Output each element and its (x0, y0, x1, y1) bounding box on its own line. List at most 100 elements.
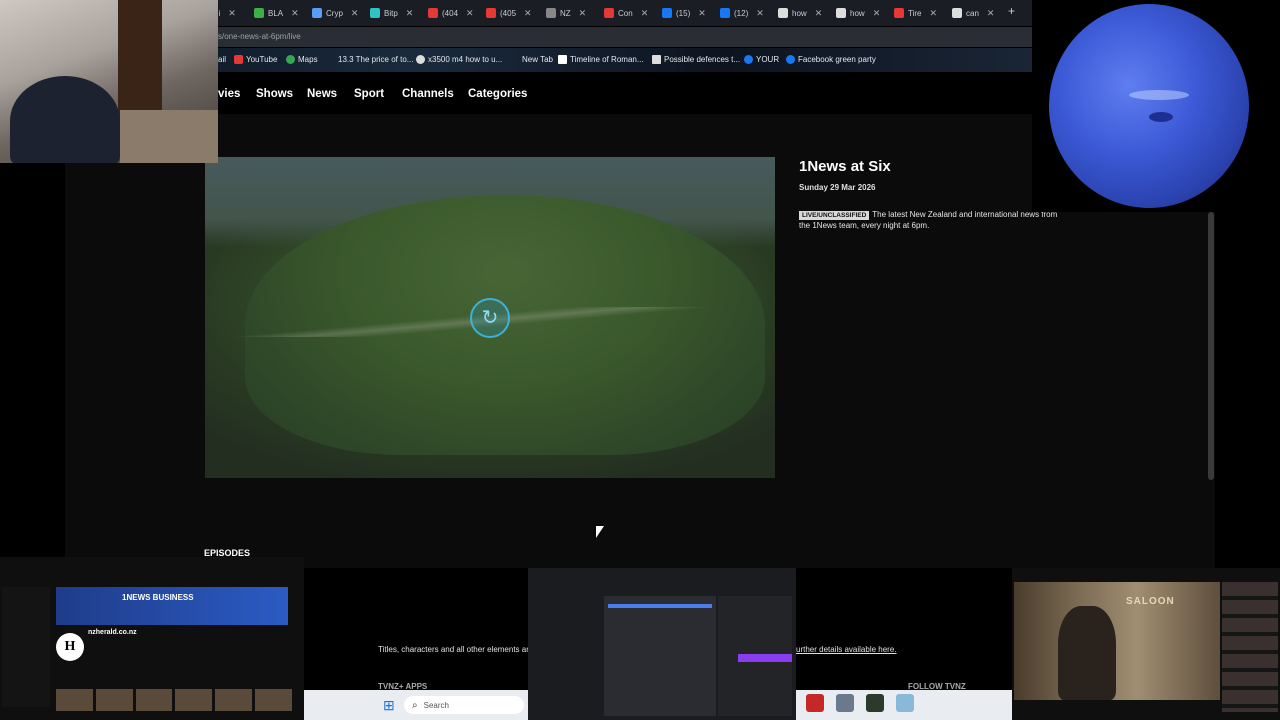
webcam-overlay (0, 0, 218, 163)
bookmark-label: Possible defences t... (664, 55, 741, 64)
browser-tab[interactable]: (12) ✕ (720, 4, 764, 22)
bookmark-item[interactable]: x3500 m4 how to u... (416, 55, 502, 64)
browser-tab[interactable]: BLA ✕ (254, 4, 299, 22)
browser-tab[interactable]: can ✕ (952, 4, 994, 22)
planet-cloud-band (1129, 90, 1189, 100)
video-thumbnail (1014, 582, 1220, 700)
footer-disclaimer: Titles, characters and all other element… (378, 645, 534, 654)
pinned-app-icon[interactable] (806, 694, 824, 712)
bookmark-label: x3500 m4 how to u... (428, 55, 503, 64)
close-icon[interactable]: ✕ (756, 8, 764, 19)
taskbar-preview-settings[interactable] (528, 568, 796, 720)
nav-channels[interactable]: Channels (402, 88, 454, 100)
facebook-icon (662, 8, 672, 18)
browser-tab[interactable]: (15) ✕ (662, 4, 706, 22)
bookmark-label: Facebook green party (798, 55, 876, 64)
page-edge (1215, 212, 1280, 568)
pinned-app-icon[interactable] (896, 694, 914, 712)
taskbar-preview-video[interactable]: SALOON (1012, 568, 1280, 720)
browser-tab[interactable]: (404 ✕ (428, 4, 474, 22)
bookmark-label: New Tab (522, 55, 553, 64)
show-info: 1News at Six Sunday 29 Mar 2026 (799, 158, 1069, 192)
browser-tab[interactable]: Bitp ✕ (370, 4, 413, 22)
browser-tab[interactable]: how ✕ (778, 4, 822, 22)
gear-icon[interactable] (836, 694, 854, 712)
close-icon[interactable]: ✕ (987, 8, 995, 19)
browser-tab[interactable]: Con ✕ (604, 4, 648, 22)
new-tab-button[interactable]: + (1008, 4, 1015, 18)
bookmark-item[interactable]: New Tab (522, 55, 553, 64)
footer-details-link[interactable]: urther details available here. (796, 645, 897, 654)
google-icon (416, 55, 425, 64)
channel-banner: 1NEWS BUSINESS (56, 587, 288, 625)
taskbar-pinned-apps (806, 694, 914, 712)
bookmark-item[interactable]: Possible defences t... (652, 55, 740, 64)
close-icon[interactable]: ✕ (698, 8, 706, 19)
close-icon[interactable]: ✕ (579, 8, 587, 19)
nav-news[interactable]: News (307, 88, 337, 100)
taskbar-search[interactable]: ⌕ Search (404, 696, 524, 714)
windows-start-icon[interactable]: ⊞ (383, 697, 395, 714)
taskbar-preview-youtube[interactable]: 1NEWS BUSINESS H nzherald.co.nz (0, 557, 304, 720)
google-icon (778, 8, 788, 18)
close-icon[interactable]: ✕ (351, 8, 359, 19)
pinned-app-icon[interactable] (866, 694, 884, 712)
bookmark-label: YOUR (756, 55, 780, 64)
nav-movies[interactable]: vies (218, 88, 240, 100)
close-icon[interactable]: ✕ (641, 8, 649, 19)
tab-label: Bitp (384, 8, 398, 18)
close-icon[interactable]: ✕ (815, 8, 823, 19)
wikipedia-icon (558, 55, 567, 64)
close-icon[interactable]: ✕ (291, 8, 299, 19)
browser-tab[interactable]: NZ ✕ (546, 4, 586, 22)
url-text[interactable]: s/one-news-at-6pm/live (218, 32, 301, 41)
bookmark-item[interactable]: 13.3 The price of to... (338, 55, 413, 64)
show-title: 1News at Six (799, 158, 891, 175)
scrollbar[interactable] (1208, 212, 1214, 480)
close-icon[interactable]: ✕ (873, 8, 881, 19)
bookmark-item[interactable]: Facebook green party (786, 55, 876, 64)
settings-accent-bar (608, 604, 712, 608)
close-icon[interactable]: ✕ (929, 8, 937, 19)
close-icon[interactable]: ✕ (228, 8, 236, 19)
nav-categories[interactable]: Categories (468, 88, 527, 100)
bookmark-label: ail (218, 55, 227, 64)
google-icon (836, 8, 846, 18)
classification-badge: LIVE/UNCLASSIFIED (799, 211, 870, 220)
close-icon[interactable]: ✕ (406, 8, 414, 19)
bookmark-item[interactable]: ail (218, 55, 226, 64)
browser-tab[interactable]: Cryp ✕ (312, 4, 358, 22)
tab-label: (404 (442, 8, 459, 18)
browser-tab[interactable]: how ✕ (836, 4, 880, 22)
planet-overlay (1032, 0, 1280, 212)
bookmark-item[interactable]: Maps (286, 55, 318, 64)
browser-tab[interactable]: (405 ✕ (486, 4, 532, 22)
tab-label: how (850, 8, 865, 18)
bookmark-item[interactable]: Timeline of Roman... (558, 55, 644, 64)
bookmark-item[interactable]: YouTube (234, 55, 277, 64)
tab-favicon-icon (254, 8, 264, 18)
webcam-door (118, 0, 162, 120)
youtube-icon (234, 55, 243, 64)
close-icon[interactable]: ✕ (524, 8, 532, 19)
channel-name: nzherald.co.nz (88, 629, 137, 636)
planet-dark-spot (1149, 112, 1173, 122)
search-icon: ⌕ (412, 699, 418, 711)
tab-label: Cryp (326, 8, 343, 18)
webcam-person (10, 76, 120, 163)
banner-text: 1NEWS BUSINESS (122, 593, 194, 602)
tab-label: Con (618, 8, 633, 18)
neptune-image (1049, 4, 1249, 208)
show-description-block: LIVE/UNCLASSIFIED The latest New Zealand … (799, 210, 1069, 231)
mouse-cursor-icon (596, 526, 604, 538)
facebook-icon (720, 8, 730, 18)
settings-panel (604, 596, 716, 716)
bookmark-item[interactable]: YOUR (744, 55, 779, 64)
youtube-icon (428, 8, 438, 18)
close-icon[interactable]: ✕ (466, 8, 474, 19)
show-date: Sunday 29 Mar 2026 (799, 183, 876, 192)
nav-shows[interactable]: Shows (256, 88, 293, 100)
browser-tab[interactable]: Tire ✕ (894, 4, 937, 22)
bookmark-label: YouTube (246, 55, 278, 64)
nav-sport[interactable]: Sport (354, 88, 384, 100)
